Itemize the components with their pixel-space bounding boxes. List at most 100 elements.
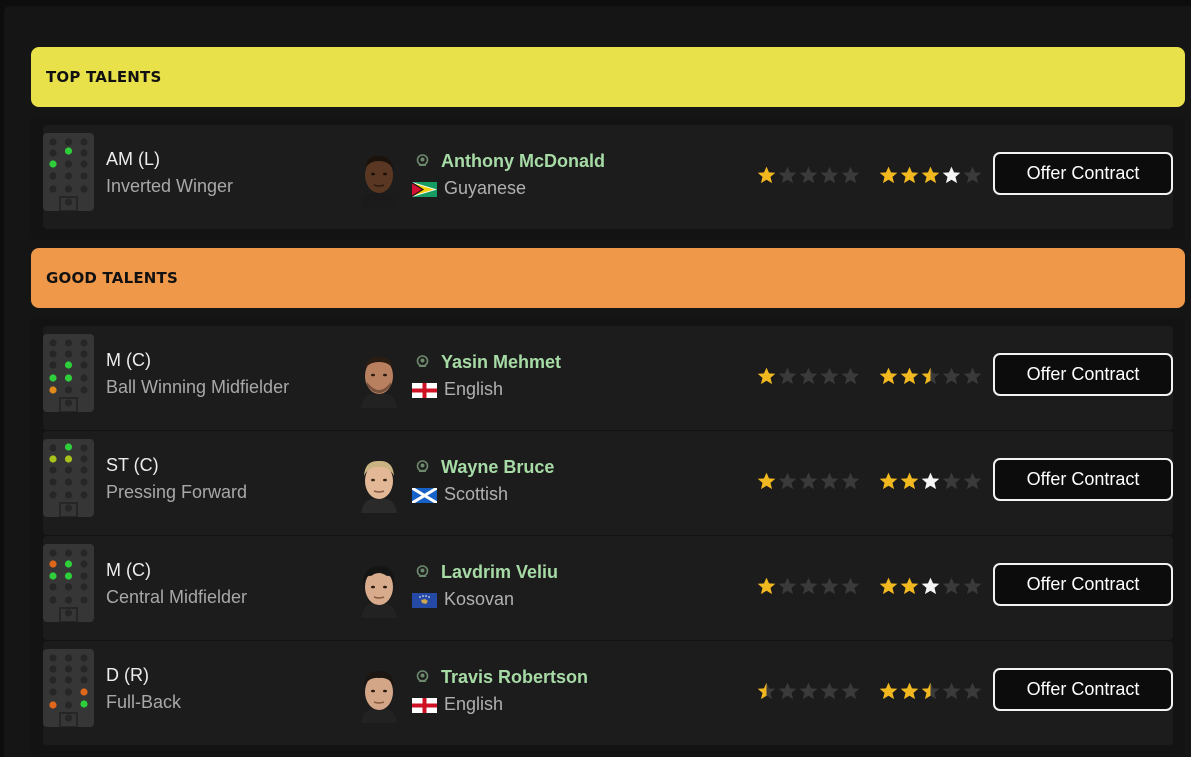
star-icon: [841, 367, 860, 385]
player-name[interactable]: Wayne Bruce: [441, 457, 554, 478]
star-icon: [841, 472, 860, 490]
player-face-avatar: [359, 354, 399, 408]
star-icon: [757, 166, 776, 184]
star-icon: [841, 577, 860, 595]
star-icon: [921, 166, 940, 184]
star-icon: [820, 472, 839, 490]
current-ability-stars: [756, 366, 861, 386]
star-icon: [963, 682, 982, 700]
kosovo-flag: [412, 593, 437, 608]
guyana-flag: [412, 182, 437, 197]
current-ability-stars: [756, 165, 861, 185]
player-position: M (C): [106, 560, 151, 580]
star-icon: [900, 166, 919, 184]
star-icon: [778, 472, 797, 490]
star-icon: [757, 367, 776, 385]
star-icon: [799, 682, 818, 700]
player-row[interactable]: M (C) Ball Winning Midfielder Yasin Mehm…: [43, 326, 1173, 430]
star-icon: [942, 577, 961, 595]
star-icon: [879, 577, 898, 595]
star-icon: [879, 367, 898, 385]
star-icon: [879, 682, 898, 700]
player-role: Central Midfielder: [106, 587, 248, 607]
potential-ability-stars: [878, 576, 983, 596]
position-pitch-icon: [43, 334, 94, 412]
potential-ability-stars: [878, 471, 983, 491]
star-icon: [757, 577, 776, 595]
star-icon: [963, 577, 982, 595]
player-face-avatar: [359, 459, 399, 513]
star-icon: [820, 682, 839, 700]
potential-ability-stars: [878, 681, 983, 701]
player-position: D (R): [106, 665, 149, 685]
offer-contract-button[interactable]: Offer Contract: [993, 668, 1173, 711]
player-name[interactable]: Lavdrim Veliu: [441, 562, 558, 583]
player-name[interactable]: Anthony McDonald: [441, 151, 605, 172]
player-face-avatar: [359, 669, 399, 723]
player-nationality: Scottish: [444, 484, 509, 504]
star-icon: [799, 166, 818, 184]
player-nationality: Kosovan: [444, 589, 515, 609]
player-role: Ball Winning Midfielder: [106, 377, 290, 397]
current-ability-stars: [756, 576, 861, 596]
player-name[interactable]: Travis Robertson: [441, 667, 588, 688]
star-icon: [820, 166, 839, 184]
player-row[interactable]: D (R) Full-Back Travis Robertson English…: [43, 641, 1173, 745]
player-role: Pressing Forward: [106, 482, 248, 502]
star-icon: [841, 682, 860, 700]
offer-contract-button[interactable]: Offer Contract: [993, 563, 1173, 606]
star-icon: [900, 577, 919, 595]
star-icon: [921, 682, 940, 700]
star-icon: [778, 166, 797, 184]
position-pitch-icon: [43, 649, 94, 727]
player-row[interactable]: AM (L) Inverted Winger Anthony McDonald …: [43, 125, 1173, 229]
star-icon: [778, 367, 797, 385]
star-icon: [942, 166, 961, 184]
person-icon: [415, 154, 430, 169]
potential-ability-stars: [878, 165, 983, 185]
player-row[interactable]: M (C) Central Midfielder Lavdrim Veliu K…: [43, 536, 1173, 640]
star-icon: [820, 367, 839, 385]
player-role: Full-Back: [106, 692, 182, 712]
star-icon: [799, 367, 818, 385]
current-ability-stars: [756, 471, 861, 491]
star-icon: [963, 166, 982, 184]
person-icon: [415, 355, 430, 370]
star-icon: [879, 472, 898, 490]
position-pitch-icon: [43, 439, 94, 517]
section-header-top-talents: TOP TALENTS: [31, 47, 1185, 107]
position-pitch-icon: [43, 133, 94, 211]
star-icon: [963, 472, 982, 490]
player-position: AM (L): [106, 149, 160, 169]
player-role: Inverted Winger: [106, 176, 234, 196]
player-name[interactable]: Yasin Mehmet: [441, 352, 561, 373]
star-icon: [778, 577, 797, 595]
star-icon: [757, 472, 776, 490]
star-icon: [757, 682, 776, 700]
star-icon: [879, 166, 898, 184]
star-icon: [921, 472, 940, 490]
player-face-avatar: [359, 564, 399, 618]
star-icon: [942, 472, 961, 490]
current-ability-stars: [756, 681, 861, 701]
player-row[interactable]: ST (C) Pressing Forward Wayne Bruce Scot…: [43, 431, 1173, 535]
england-flag: [412, 698, 437, 713]
person-icon: [415, 670, 430, 685]
section-title: TOP TALENTS: [46, 68, 162, 86]
potential-ability-stars: [878, 366, 983, 386]
england-flag: [412, 383, 437, 398]
offer-contract-button[interactable]: Offer Contract: [993, 152, 1173, 195]
player-position: ST (C): [106, 455, 159, 475]
star-icon: [942, 367, 961, 385]
person-icon: [415, 565, 430, 580]
star-icon: [963, 367, 982, 385]
star-icon: [900, 367, 919, 385]
player-nationality: English: [444, 694, 504, 714]
section-header-good-talents: GOOD TALENTS: [31, 248, 1185, 308]
player-nationality: Guyanese: [444, 178, 527, 198]
offer-contract-button[interactable]: Offer Contract: [993, 353, 1173, 396]
offer-contract-button[interactable]: Offer Contract: [993, 458, 1173, 501]
star-icon: [820, 577, 839, 595]
scotland-flag: [411, 486, 438, 505]
star-icon: [778, 682, 797, 700]
